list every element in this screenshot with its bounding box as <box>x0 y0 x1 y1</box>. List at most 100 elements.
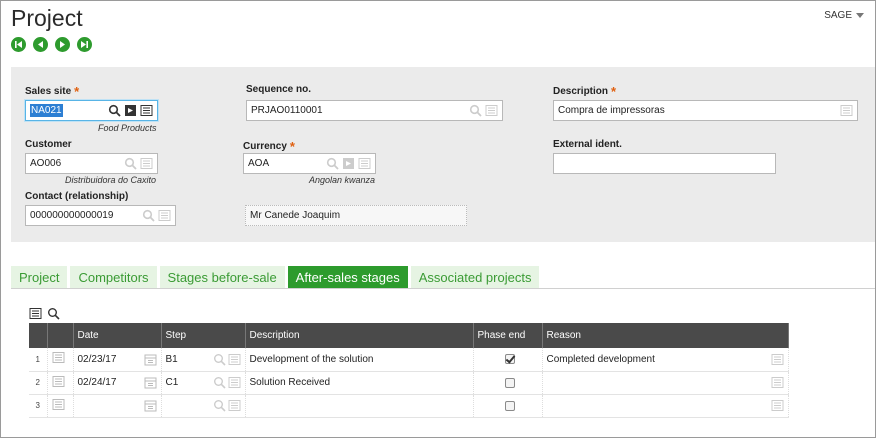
sales-site-field[interactable]: NA021 <box>25 100 158 121</box>
customer-value: AO006 <box>30 158 62 169</box>
contact-value: 000000000000019 <box>30 210 114 221</box>
contact-field[interactable]: 000000000000019 <box>25 205 176 226</box>
go-to-icon[interactable] <box>124 104 137 117</box>
tab-divider <box>11 288 875 289</box>
tab-associated-projects[interactable]: Associated projects <box>410 266 540 288</box>
list-icon[interactable] <box>52 351 65 364</box>
search-icon[interactable] <box>326 157 339 170</box>
column-header-description[interactable]: Description <box>245 323 474 348</box>
user-menu-label: SAGE <box>824 10 852 21</box>
table-row[interactable]: 1 02/23/17 B1 Development of the solutio… <box>29 348 789 372</box>
calendar-icon[interactable] <box>144 399 157 412</box>
list-icon[interactable] <box>228 399 241 412</box>
contact-name-field: Mr Canede Joaquim <box>245 205 467 226</box>
row-number: 3 <box>29 394 48 418</box>
list-icon[interactable] <box>771 376 784 389</box>
list-icon[interactable] <box>840 104 853 117</box>
step-cell[interactable]: C1 <box>161 371 246 395</box>
list-icon[interactable] <box>485 104 498 117</box>
table-row[interactable]: 2 02/24/17 C1 Solution Received <box>29 371 789 395</box>
list-icon[interactable] <box>358 157 371 170</box>
previous-record-icon[interactable] <box>33 37 48 52</box>
calendar-icon[interactable] <box>144 353 157 366</box>
phase-end-cell[interactable] <box>473 394 543 418</box>
row-menu-cell[interactable] <box>47 348 74 372</box>
reason-cell[interactable] <box>542 371 789 395</box>
page-title: Project <box>11 5 83 31</box>
phase-end-checkbox[interactable] <box>504 377 515 388</box>
list-icon[interactable] <box>140 157 153 170</box>
search-icon[interactable] <box>124 157 137 170</box>
customer-field[interactable]: AO006 <box>25 153 158 174</box>
list-icon[interactable] <box>771 399 784 412</box>
description-cell[interactable]: Solution Received <box>245 371 474 395</box>
sequence-no-label: Sequence no. <box>246 84 312 95</box>
tab-after-sales-stages[interactable]: After-sales stages <box>287 266 408 288</box>
reason-value: Completed development <box>546 353 655 365</box>
date-cell[interactable] <box>73 394 162 418</box>
list-icon[interactable] <box>228 353 241 366</box>
contact-name-value: Mr Canede Joaquim <box>250 210 341 221</box>
search-icon[interactable] <box>213 376 226 389</box>
row-number: 1 <box>29 348 48 372</box>
contact-label: Contact (relationship) <box>25 191 129 202</box>
search-icon[interactable] <box>142 209 155 222</box>
sales-site-label: Sales site * <box>25 84 80 99</box>
list-icon[interactable] <box>29 307 42 320</box>
list-icon[interactable] <box>158 209 171 222</box>
list-icon[interactable] <box>228 376 241 389</box>
description-cell[interactable] <box>245 394 474 418</box>
column-header-reason[interactable]: Reason <box>542 323 789 348</box>
next-record-icon[interactable] <box>55 37 70 52</box>
customer-description: Distribuidora do Caxito <box>65 175 157 185</box>
tab-competitors[interactable]: Competitors <box>70 266 157 288</box>
date-cell[interactable]: 02/23/17 <box>73 348 162 372</box>
list-icon[interactable] <box>52 375 65 388</box>
date-value: 02/24/17 <box>77 377 117 388</box>
tab-bar: Project Competitors Stages before-sale A… <box>11 266 540 288</box>
step-cell[interactable] <box>161 394 246 418</box>
row-menu-cell[interactable] <box>47 371 74 395</box>
list-icon[interactable] <box>140 104 153 117</box>
tab-stages-before-sale[interactable]: Stages before-sale <box>159 266 285 288</box>
column-header-phase-end[interactable]: Phase end <box>473 323 543 348</box>
phase-end-cell[interactable] <box>473 348 543 372</box>
external-ident-field[interactable] <box>553 153 776 174</box>
step-cell[interactable]: B1 <box>161 348 246 372</box>
currency-field[interactable]: AOA <box>243 153 376 174</box>
step-value: C1 <box>165 377 179 388</box>
row-number: 2 <box>29 371 48 395</box>
row-menu-cell[interactable] <box>47 394 74 418</box>
column-header-step[interactable]: Step <box>161 323 246 348</box>
search-icon[interactable] <box>213 353 226 366</box>
first-record-icon[interactable] <box>11 37 26 52</box>
last-record-icon[interactable] <box>77 37 92 52</box>
phase-end-cell[interactable] <box>473 371 543 395</box>
search-icon[interactable] <box>213 399 226 412</box>
search-icon[interactable] <box>469 104 482 117</box>
column-header-date[interactable]: Date <box>73 323 162 348</box>
reason-cell[interactable]: Completed development <box>542 348 789 372</box>
external-ident-label: External ident. <box>553 139 622 150</box>
description-field[interactable]: Compra de impressoras <box>553 100 858 121</box>
go-to-icon[interactable] <box>342 157 355 170</box>
phase-end-checkbox[interactable] <box>504 354 515 365</box>
phase-end-checkbox[interactable] <box>504 400 515 411</box>
sequence-no-field[interactable]: PRJAO0110001 <box>246 100 503 121</box>
tab-project[interactable]: Project <box>11 266 68 288</box>
search-icon[interactable] <box>108 104 121 117</box>
sales-site-value[interactable]: NA021 <box>30 104 63 117</box>
user-menu[interactable]: SAGE <box>824 10 864 21</box>
reason-cell[interactable] <box>542 394 789 418</box>
calendar-icon[interactable] <box>144 376 157 389</box>
table-row[interactable]: 3 <box>29 394 789 418</box>
date-cell[interactable]: 02/24/17 <box>73 371 162 395</box>
table-header-row: Date Step Description Phase end Reason <box>29 323 789 348</box>
row-menu-header <box>47 323 74 348</box>
search-icon[interactable] <box>47 307 60 320</box>
currency-description: Angolan kwanza <box>309 175 376 185</box>
list-icon[interactable] <box>52 398 65 411</box>
list-icon[interactable] <box>771 353 784 366</box>
description-cell[interactable]: Development of the solution <box>245 348 474 372</box>
sales-site-description: Food Products <box>98 123 157 133</box>
